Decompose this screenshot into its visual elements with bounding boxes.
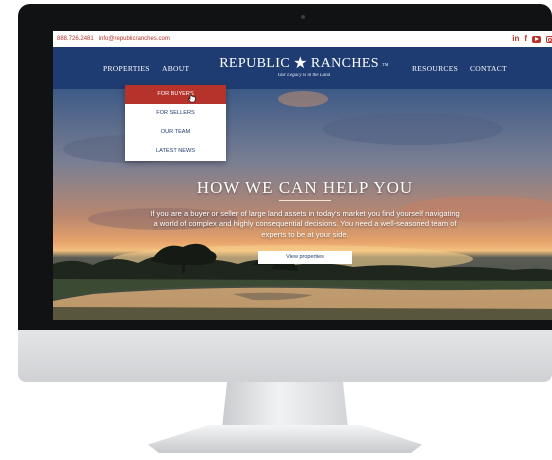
email-link[interactable]: info@republicranches.com <box>99 36 170 42</box>
dropdown-item-for-buyers[interactable]: FOR BUYERS <box>125 85 226 104</box>
star-icon: ★ <box>293 55 308 72</box>
nav-about[interactable]: ABOUT <box>162 64 189 73</box>
logo-text-right: RANCHES <box>310 56 379 71</box>
view-properties-button[interactable]: View properties <box>258 251 352 264</box>
nav-contact[interactable]: CONTACT <box>470 64 507 73</box>
main-navbar: PROPERTIES ABOUT REPUBLIC ★ RANCHES TM O… <box>53 47 552 89</box>
hand-cursor-icon <box>188 93 196 103</box>
nav-properties[interactable]: PROPERTIES <box>103 64 150 73</box>
phone-link[interactable]: 888.726.2481 <box>57 36 94 42</box>
instagram-icon[interactable] <box>546 35 552 43</box>
hero-divider <box>279 200 331 201</box>
site-logo[interactable]: REPUBLIC ★ RANCHES TM Our Legacy is in t… <box>219 55 389 79</box>
dropdown-item-for-sellers[interactable]: FOR SELLERS <box>125 104 226 123</box>
about-dropdown-menu: FOR BUYERS FOR SELLERS OUR TEAM LATEST N… <box>125 85 226 161</box>
facebook-icon[interactable]: f <box>524 35 527 43</box>
logo-tagline: Our Legacy is in the Land <box>277 73 331 78</box>
contact-info: 888.726.2481 info@republicranches.com <box>57 36 170 42</box>
trademark-mark: TM <box>381 61 389 67</box>
monitor-stand-neck <box>222 382 348 428</box>
linkedin-icon[interactable]: in <box>512 35 519 43</box>
social-links: in f <box>512 35 552 43</box>
monitor-screen: 888.726.2481 info@republicranches.com in… <box>53 31 552 320</box>
dropdown-item-latest-news[interactable]: LATEST NEWS <box>125 142 226 161</box>
hero-title: HOW WE CAN HELP YOU <box>196 178 414 197</box>
monitor-bezel: 888.726.2481 info@republicranches.com in… <box>18 4 552 330</box>
monitor-stand-base <box>148 425 422 453</box>
logo-text-left: REPUBLIC <box>219 56 291 71</box>
top-contact-bar: 888.726.2481 info@republicranches.com in… <box>53 31 552 47</box>
webcam <box>301 15 305 19</box>
dropdown-item-our-team[interactable]: OUR TEAM <box>125 123 226 142</box>
youtube-icon[interactable] <box>532 35 541 43</box>
monitor-chin <box>18 330 552 382</box>
nav-resources[interactable]: RESOURCES <box>412 64 458 73</box>
hero-description: If you are a buyer or seller of large la… <box>150 209 460 239</box>
